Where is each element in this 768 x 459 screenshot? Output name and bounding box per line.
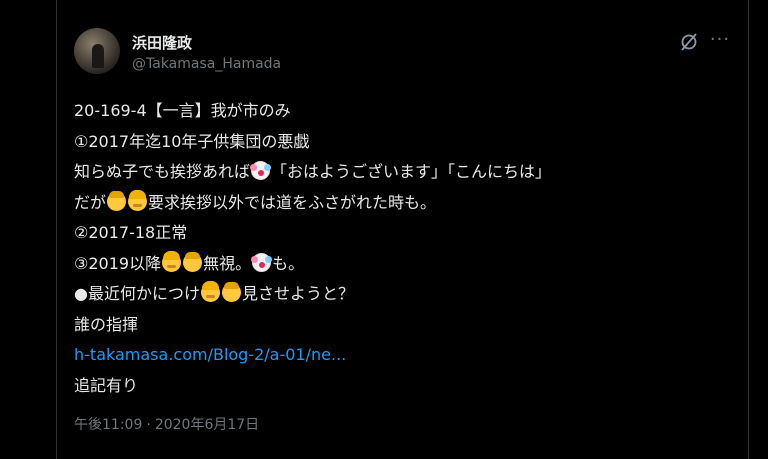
tweet-line-text: 誰の指揮 <box>74 314 139 334</box>
tweet-line-text: 要求挨拶以外では道をふさがれた時も。 <box>148 192 437 212</box>
tweet-line-text: 無視。 <box>203 253 252 273</box>
tweet-line: ③2019以降 無視。 も。 <box>74 249 724 280</box>
tweet-line-text: ③2019以降 <box>74 253 162 273</box>
clown-emoji-icon <box>251 252 272 272</box>
tweet-line-text: だが <box>74 192 107 212</box>
tweet-line-text: 知らぬ子でも挨拶あれば <box>74 162 251 181</box>
meta-separator: · <box>146 417 151 433</box>
tweet-line: 知らぬ子でも挨拶あれば 「おはようございます」「こんにちは」 <box>74 157 724 188</box>
tweet-line: 追記有り <box>74 371 724 402</box>
girl-emoji-icon <box>128 189 148 211</box>
tweet-timestamp[interactable]: 午後11:09 · 2020年6月17日 <box>74 414 259 434</box>
more-options-icon[interactable]: ··· <box>708 30 732 54</box>
tweet-line: 20-169-4【一言】我が市のみ <box>74 96 724 127</box>
tweet-line-text: ②2017-18正常 <box>74 223 188 242</box>
girl-emoji-icon <box>162 250 182 272</box>
boy-emoji-icon <box>221 282 241 302</box>
tweet-text: 20-169-4【一言】我が市のみ ①2017年迄10年子供集団の悪戯 知らぬ子… <box>74 96 724 401</box>
tweet-link[interactable]: h-takamasa.com/Blog-2/a-01/ne... <box>74 345 346 364</box>
user-handle[interactable]: @Takamasa_Hamada <box>132 56 281 72</box>
clown-emoji-icon <box>250 161 271 180</box>
avatar[interactable] <box>74 28 120 74</box>
girl-emoji-icon <box>200 281 220 302</box>
tweet-line-text: も。 <box>272 253 305 273</box>
tweet-line-text: ①2017年迄10年子供集団の悪戯 <box>74 131 310 151</box>
tweet-line: ●最近何かにつけ 見させようと？ <box>74 279 724 310</box>
tweet-line: 誰の指揮 <box>74 310 724 341</box>
tweet-line: h-takamasa.com/Blog-2/a-01/ne... <box>74 340 724 371</box>
tweet-date[interactable]: 2020年6月17日 <box>155 417 259 433</box>
tweet-line-text: 20-169-4【一言】我が市のみ <box>74 101 291 120</box>
tweet-line: ②2017-18正常 <box>74 218 724 249</box>
grok-icon[interactable] <box>679 32 699 52</box>
tweet-time[interactable]: 午後11:09 <box>74 417 142 433</box>
boy-emoji-icon <box>183 251 203 272</box>
tweet-line-text: 「おはようございます」「こんにちは」 <box>271 162 552 181</box>
tweet-line: ①2017年迄10年子供集団の悪戯 <box>74 127 724 158</box>
tweet-line-text: ●最近何かにつけ <box>74 284 200 303</box>
boy-emoji-icon <box>107 190 127 211</box>
avatar-figure <box>92 44 104 68</box>
tweet-line: だが 要求挨拶以外では道をふさがれた時も。 <box>74 188 724 219</box>
tweet-line-text: 見させようと？ <box>241 284 354 303</box>
tweet-line-text: 追記有り <box>74 375 139 395</box>
display-name[interactable]: 浜田隆政 <box>132 32 192 53</box>
